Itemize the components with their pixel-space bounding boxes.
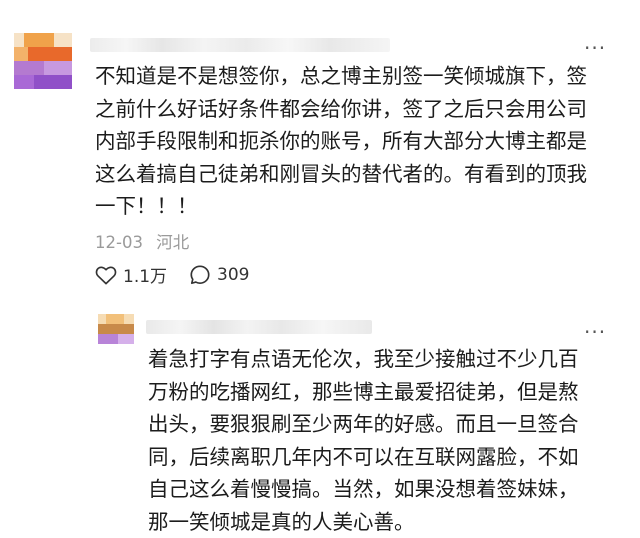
avatar[interactable]	[98, 314, 134, 344]
comment-count: 309	[217, 264, 250, 285]
comment-location: 河北	[156, 233, 190, 252]
heart-icon	[95, 266, 117, 284]
avatar[interactable]	[14, 33, 72, 89]
comment-text: 不知道是不是想签你，总之博主别签一笑倾城旗下，签 之前什么好话好条件都会给你讲，…	[95, 64, 587, 218]
main-comment: ··· 不知道是不是想签你，总之博主别签一笑倾城旗下，签 之前什么好话好条件都会…	[0, 0, 640, 302]
comment-button[interactable]: 309	[189, 264, 250, 286]
comment-date: 12-03	[95, 233, 143, 252]
comment-meta: 12-03 河北	[95, 229, 189, 253]
more-dots-icon[interactable]: ···	[584, 38, 606, 58]
comment-actions: 1.1万 309	[95, 262, 272, 287]
username[interactable]	[90, 38, 390, 52]
reply-comment: ··· 着急打字有点语无伦次，我至少接触过不少几百 万粉的吃播网红，那些博主最爱…	[0, 302, 640, 536]
comment-bubble-icon	[190, 264, 210, 284]
more-dots-icon[interactable]: ···	[584, 322, 606, 342]
reply-text: 着急打字有点语无伦次，我至少接触过不少几百 万粉的吃播网红，那些博主最爱招徒弟，…	[148, 347, 579, 534]
username[interactable]	[146, 320, 372, 334]
like-count: 1.1万	[123, 267, 168, 287]
like-button[interactable]: 1.1万	[95, 262, 167, 287]
